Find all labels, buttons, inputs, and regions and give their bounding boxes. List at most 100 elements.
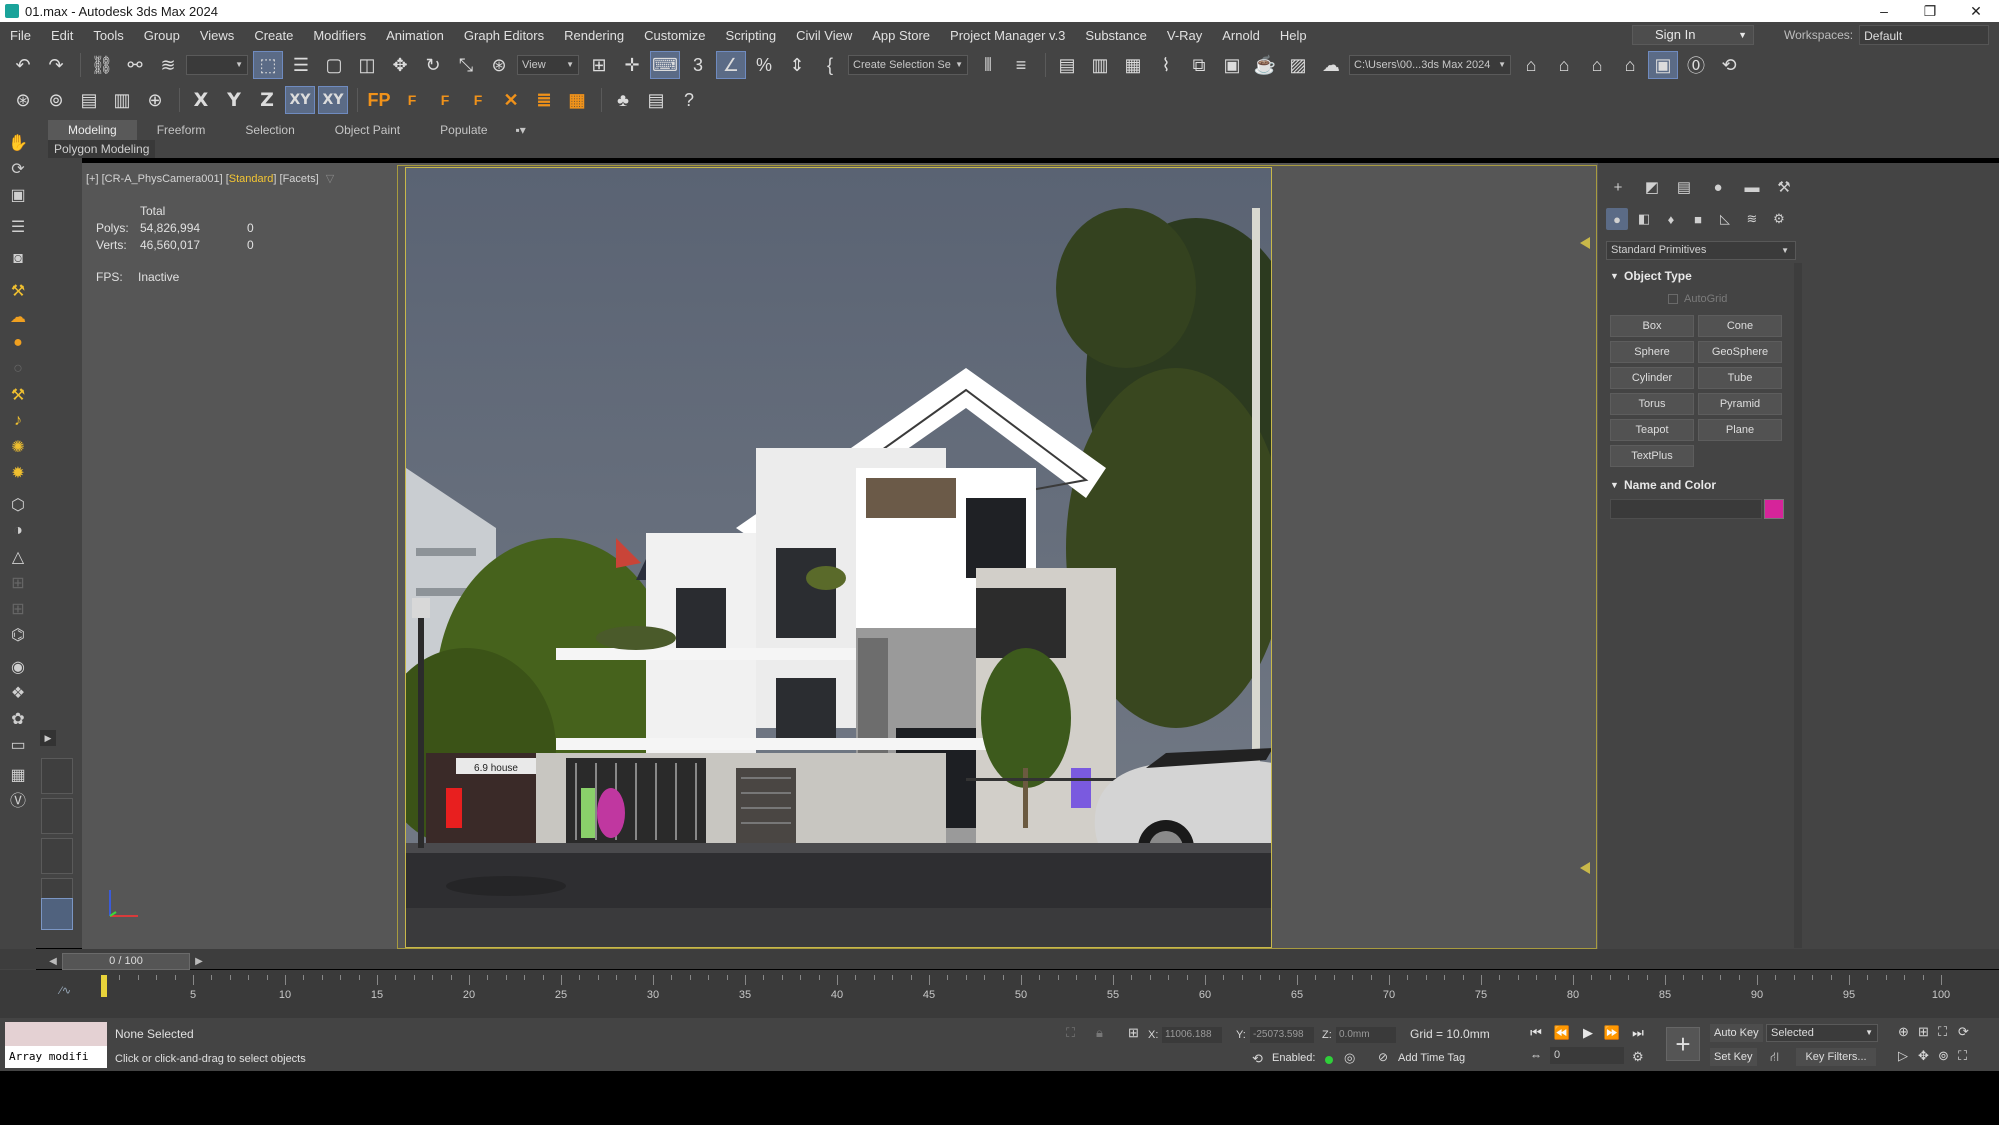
textplus-button[interactable]: TextPlus [1610, 445, 1694, 467]
vray-render-icon[interactable]: ⊛ [8, 86, 38, 114]
axis-xy-cycle-button[interactable]: XY [318, 86, 348, 114]
time-slider[interactable]: 0 / 100 [62, 953, 190, 970]
set-key-button[interactable]: Set Key [1710, 1048, 1757, 1066]
curve-editor-mini-icon[interactable]: ⁄∿ [60, 984, 71, 997]
lights-icon[interactable]: ♦ [1660, 208, 1682, 230]
curve-editor-icon[interactable]: ⌇ [1151, 51, 1181, 79]
space-warps-icon[interactable]: ≋ [1741, 208, 1763, 230]
enabled-indicator-icon[interactable] [1325, 1056, 1333, 1064]
pyramid-button[interactable]: Pyramid [1698, 393, 1782, 415]
tab-object-paint[interactable]: Object Paint [315, 120, 420, 140]
maxscript-listener-input[interactable]: Array modifi [5, 1046, 107, 1068]
systems-icon[interactable]: ⚙ [1768, 208, 1790, 230]
script-listener-icon[interactable]: ▤ [641, 86, 671, 114]
create-tab-icon[interactable]: + [1606, 176, 1630, 198]
cameras-icon[interactable]: ■ [1687, 208, 1709, 230]
forest-pack-lite-icon[interactable]: F [397, 86, 427, 114]
forest-pack-convert-icon[interactable]: F [463, 86, 493, 114]
align-icon[interactable]: ≡ [1006, 51, 1036, 79]
camera-view-render[interactable]: 6.9 house [405, 167, 1272, 948]
tab-populate[interactable]: Populate [420, 120, 507, 140]
menu-customize[interactable]: Customize [634, 28, 715, 43]
move-icon[interactable]: ✥ [385, 51, 415, 79]
cone-button[interactable]: Cone [1698, 315, 1782, 337]
render-setup-icon[interactable]: ☕ [1250, 51, 1280, 79]
sign-in-dropdown[interactable]: Sign In ▼ [1632, 25, 1754, 45]
edit-named-selection-icon[interactable]: { [815, 51, 845, 79]
menu-edit[interactable]: Edit [41, 28, 83, 43]
scale-icon[interactable]: ⤡ [451, 51, 481, 79]
current-frame-field[interactable]: 0 [1550, 1047, 1624, 1064]
y-coord-field[interactable]: -25073.598 [1250, 1027, 1314, 1043]
material-sphere-icon[interactable]: ◉ [6, 656, 30, 678]
zoom-all-icon[interactable]: ⊞ [1918, 1024, 1929, 1040]
menu-create[interactable]: Create [244, 28, 303, 43]
sunburst-icon[interactable]: ✹ [6, 462, 30, 484]
angle-snap-icon[interactable]: ∠ [716, 51, 746, 79]
unlink-icon[interactable]: ⚯ [120, 51, 150, 79]
goto-end-icon[interactable]: ⏭ [1628, 1025, 1648, 1041]
select-by-name-icon[interactable]: ☰ [286, 51, 316, 79]
bind-space-warp-icon[interactable]: ≋ [153, 51, 183, 79]
layout-thumbnail[interactable] [41, 798, 73, 834]
vray-logo-icon[interactable]: Ⓥ [6, 788, 30, 810]
hierarchy-tab-icon[interactable]: ▤ [1672, 176, 1696, 198]
tab-freeform[interactable]: Freeform [137, 120, 226, 140]
vray-fur-icon[interactable]: ✿ [6, 708, 30, 730]
goto-start-icon[interactable]: ⏮ [1526, 1025, 1546, 1041]
menu-arnold[interactable]: Arnold [1212, 28, 1270, 43]
time-cursor[interactable] [101, 975, 107, 997]
menu-app-store[interactable]: App Store [862, 28, 940, 43]
axis-xy-button[interactable]: XY [285, 86, 315, 114]
key-filters-icon[interactable]: ⛙ [1770, 1049, 1779, 1067]
teapot-button[interactable]: Teapot [1610, 419, 1694, 441]
ribbon-options-icon[interactable]: ▪▾ [508, 120, 534, 140]
absolute-mode-icon[interactable]: ⊞ [1128, 1025, 1139, 1041]
auto-key-button[interactable]: Auto Key [1710, 1024, 1763, 1042]
adaptive-degradation-icon[interactable]: ⟲ [1252, 1051, 1263, 1067]
vray-ipr-icon[interactable]: ⊚ [41, 86, 71, 114]
zoom-extents-all-icon[interactable]: ⛶ [1938, 1024, 1947, 1040]
bell-icon[interactable]: ♪ [6, 410, 30, 432]
project-save-icon[interactable]: ⌂ [1582, 51, 1612, 79]
tab-modeling[interactable]: Modeling [48, 120, 137, 140]
schematic-view-icon[interactable]: ⧉ [1184, 51, 1214, 79]
percent-snap-icon[interactable]: % [749, 51, 779, 79]
cylinder-button[interactable]: Cylinder [1610, 367, 1694, 389]
orbit-icon[interactable]: ⟳ [6, 158, 30, 180]
cloud-icon[interactable]: ☁ [6, 306, 30, 328]
tab-selection[interactable]: Selection [225, 120, 314, 140]
layout-thumbnail[interactable] [41, 838, 73, 874]
select-object-icon[interactable]: ⬚ [253, 51, 283, 79]
box-button[interactable]: Box [1610, 315, 1694, 337]
sphere-icon[interactable]: ● [6, 332, 30, 354]
key-set-dropdown[interactable]: Selected ▼ [1766, 1024, 1878, 1042]
sphere-button[interactable]: Sphere [1610, 341, 1694, 363]
forest-pack-edit-icon[interactable]: F [430, 86, 460, 114]
layout-thumbnail[interactable] [41, 758, 73, 794]
rotate-icon[interactable]: ↻ [418, 51, 448, 79]
render-production-icon[interactable]: ☁ [1316, 51, 1346, 79]
menu-tools[interactable]: Tools [83, 28, 133, 43]
geometry-icon[interactable]: ● [1606, 208, 1628, 230]
placement-icon[interactable]: ⊛ [484, 51, 514, 79]
set-keys-big-icon[interactable]: + [1666, 1027, 1700, 1061]
next-key-icon[interactable]: ⏩ [1602, 1025, 1622, 1041]
previous-key-icon[interactable]: ⏪ [1552, 1025, 1572, 1041]
axis-x-button[interactable]: X [186, 86, 216, 114]
geosphere-button[interactable]: GeoSphere [1698, 341, 1782, 363]
pan-icon[interactable]: ✋ [6, 132, 30, 154]
selection-filter-dropdown[interactable]: ▼ [186, 55, 248, 75]
plane-button[interactable]: Plane [1698, 419, 1782, 441]
object-color-swatch[interactable] [1764, 499, 1784, 519]
isolate-selection-icon[interactable]: ⛶ [1066, 1025, 1075, 1041]
menu-views[interactable]: Views [190, 28, 244, 43]
viewport-label-shading[interactable]: Standard [229, 173, 274, 185]
zoom-icon[interactable]: ⊕ [1898, 1024, 1909, 1040]
pivot-center-icon[interactable]: ⊞ [584, 51, 614, 79]
object-name-input[interactable] [1610, 499, 1762, 519]
vray-light-icon[interactable]: ⌬ [6, 624, 30, 646]
project-folder-dropdown[interactable]: C:\Users\00...3ds Max 2024 ▼ [1349, 55, 1511, 75]
mirror-icon[interactable]: ⫴ [973, 51, 1003, 79]
viewport-label-camera[interactable]: [+] [CR-A_PhysCamera001] [ [86, 173, 229, 185]
